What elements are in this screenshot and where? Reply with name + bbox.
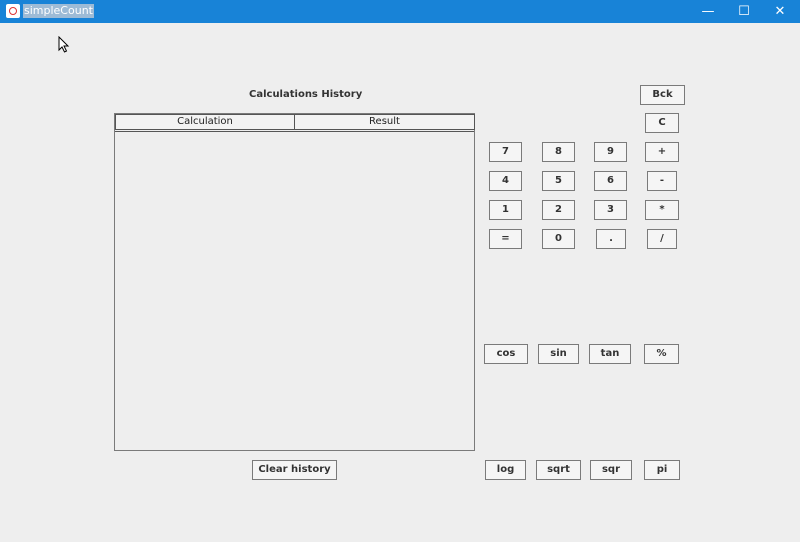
decimal-point-button[interactable]: . [596, 229, 626, 249]
history-table-body[interactable] [115, 131, 474, 450]
digit-8-button[interactable]: 8 [542, 142, 575, 162]
digit-6-button[interactable]: 6 [594, 171, 627, 191]
minimize-button[interactable]: — [690, 0, 726, 23]
sqr-button[interactable]: sqr [590, 460, 632, 480]
digit-4-button[interactable]: 4 [489, 171, 522, 191]
history-table[interactable]: Calculation Result [114, 113, 475, 451]
clear-history-button[interactable]: Clear history [252, 460, 337, 480]
tan-button[interactable]: tan [589, 344, 631, 364]
digit-7-button[interactable]: 7 [489, 142, 522, 162]
clear-button[interactable]: C [645, 113, 679, 133]
window-title: simpleCount [23, 4, 94, 18]
cos-button[interactable]: cos [484, 344, 528, 364]
sqrt-button[interactable]: sqrt [536, 460, 581, 480]
digit-2-button[interactable]: 2 [542, 200, 575, 220]
history-title: Calculations History [249, 89, 363, 100]
backspace-button[interactable]: Bck [640, 85, 685, 105]
digit-3-button[interactable]: 3 [594, 200, 627, 220]
maximize-button[interactable]: ☐ [726, 0, 762, 23]
log-button[interactable]: log [485, 460, 526, 480]
column-header-calculation[interactable]: Calculation [115, 114, 295, 130]
digit-9-button[interactable]: 9 [594, 142, 627, 162]
mouse-cursor-icon [58, 36, 70, 53]
digit-5-button[interactable]: 5 [542, 171, 575, 191]
plus-button[interactable]: + [645, 142, 679, 162]
minus-button[interactable]: - [647, 171, 677, 191]
equals-button[interactable]: = [489, 229, 522, 249]
digit-1-button[interactable]: 1 [489, 200, 522, 220]
percent-button[interactable]: % [644, 344, 679, 364]
multiply-button[interactable]: * [645, 200, 679, 220]
pi-button[interactable]: pi [644, 460, 680, 480]
sin-button[interactable]: sin [538, 344, 579, 364]
title-bar: simpleCount — ☐ ✕ [0, 0, 800, 23]
column-header-result[interactable]: Result [294, 114, 475, 130]
java-app-icon [6, 4, 20, 18]
divide-button[interactable]: / [647, 229, 677, 249]
digit-0-button[interactable]: 0 [542, 229, 575, 249]
close-button[interactable]: ✕ [762, 0, 798, 23]
